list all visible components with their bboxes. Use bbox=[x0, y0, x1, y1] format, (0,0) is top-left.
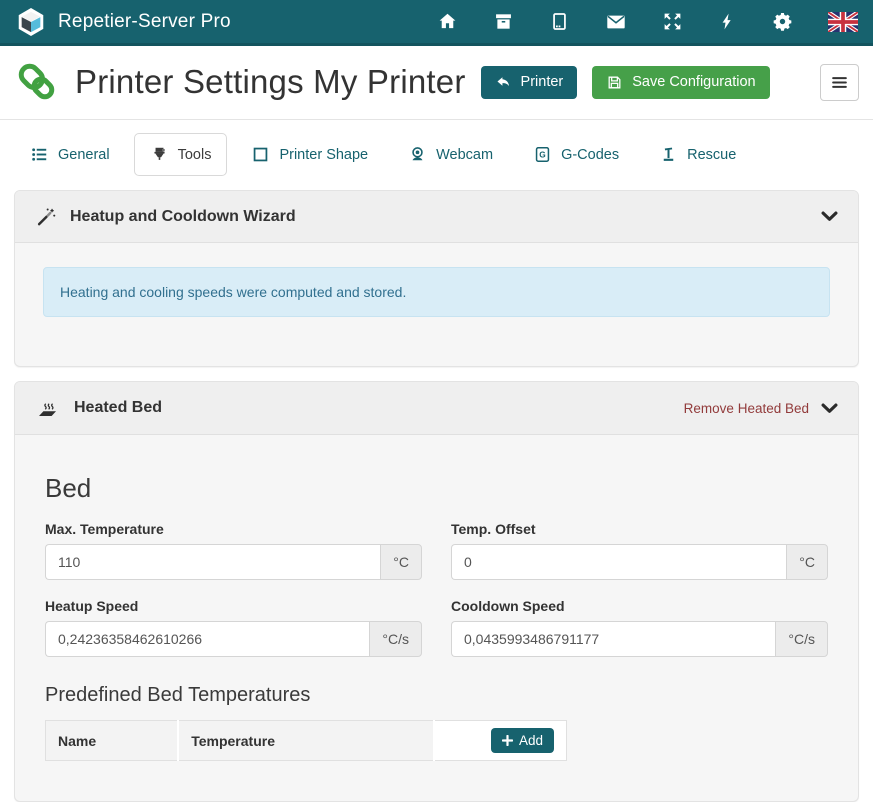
field-label: Heatup Speed bbox=[45, 598, 422, 614]
tab-general[interactable]: General bbox=[14, 133, 126, 176]
app-brand[interactable]: Repetier-Server Pro bbox=[15, 6, 231, 38]
webcam-icon bbox=[408, 145, 427, 164]
heatup-cooldown-wizard-panel: Heatup and Cooldown Wizard Heating and c… bbox=[14, 190, 859, 367]
repetier-logo-icon bbox=[15, 6, 47, 38]
add-temperature-button[interactable]: Add bbox=[491, 728, 554, 753]
page-header: Printer Settings My Printer Printer Save… bbox=[0, 46, 873, 120]
top-navbar: Repetier-Server Pro bbox=[0, 0, 873, 46]
tab-printer-shape[interactable]: Printer Shape bbox=[235, 133, 384, 176]
tab-gcodes[interactable]: G G-Codes bbox=[517, 133, 635, 176]
remove-heated-bed-link[interactable]: Remove Heated Bed bbox=[684, 401, 809, 416]
add-button-label: Add bbox=[519, 733, 543, 748]
archive-box-icon[interactable] bbox=[493, 11, 514, 32]
heatup-speed-input[interactable] bbox=[45, 621, 369, 657]
fullscreen-icon[interactable] bbox=[662, 11, 683, 32]
column-header-action: Add bbox=[434, 721, 567, 761]
save-configuration-button[interactable]: Save Configuration bbox=[592, 66, 769, 99]
save-floppy-icon bbox=[606, 74, 623, 91]
tab-label: Tools bbox=[178, 147, 212, 163]
field-temp-offset: Temp. Offset °C bbox=[451, 521, 828, 580]
bed-fields-grid: Max. Temperature °C Temp. Offset °C Heat… bbox=[45, 521, 828, 657]
chevron-down-icon[interactable] bbox=[821, 211, 838, 222]
predefined-temperatures-title: Predefined Bed Temperatures bbox=[45, 684, 828, 707]
cooldown-speed-input[interactable] bbox=[451, 621, 775, 657]
temp-offset-input[interactable] bbox=[451, 544, 786, 580]
heated-bed-panel-header[interactable]: Heated Bed Remove Heated Bed bbox=[15, 382, 858, 435]
extruder-nozzle-icon bbox=[150, 145, 169, 164]
field-cooldown-speed: Cooldown Speed °C/s bbox=[451, 598, 828, 657]
chevron-down-icon[interactable] bbox=[821, 403, 838, 414]
gcode-icon: G bbox=[533, 145, 552, 164]
back-arrow-icon bbox=[495, 74, 512, 91]
tab-label: Webcam bbox=[436, 147, 493, 163]
list-icon bbox=[30, 145, 49, 164]
tab-tools[interactable]: Tools bbox=[134, 133, 228, 176]
app-title: Repetier-Server Pro bbox=[58, 11, 231, 33]
bed-section-title: Bed bbox=[45, 473, 828, 504]
settings-tabbar: General Tools Printer Shape Webcam G G-C… bbox=[0, 120, 873, 176]
unit-addon: °C bbox=[786, 544, 828, 580]
power-bolt-icon[interactable] bbox=[718, 11, 737, 32]
menu-button[interactable] bbox=[820, 64, 859, 101]
tab-label: General bbox=[58, 147, 110, 163]
table-header-row: Name Temperature Add bbox=[46, 721, 567, 761]
printer-button-label: Printer bbox=[521, 74, 564, 90]
tab-label: Rescue bbox=[687, 147, 736, 163]
mail-icon[interactable] bbox=[605, 11, 627, 33]
link-chain-icon bbox=[14, 59, 60, 105]
svg-text:G: G bbox=[539, 150, 545, 160]
heated-bed-icon bbox=[35, 396, 61, 420]
predefined-temperatures-table: Name Temperature Add bbox=[45, 720, 567, 761]
field-max-temperature: Max. Temperature °C bbox=[45, 521, 422, 580]
unit-addon: °C bbox=[380, 544, 422, 580]
tab-rescue[interactable]: Rescue bbox=[643, 133, 752, 176]
display-queue-icon[interactable] bbox=[549, 11, 570, 32]
field-label: Temp. Offset bbox=[451, 521, 828, 537]
heated-bed-panel-title: Heated Bed bbox=[74, 399, 162, 417]
heated-bed-panel: Heated Bed Remove Heated Bed Bed Max. Te… bbox=[14, 381, 859, 802]
page-title: Printer Settings My Printer bbox=[75, 63, 466, 101]
tab-label: Printer Shape bbox=[279, 147, 368, 163]
magic-wand-icon bbox=[35, 206, 57, 228]
info-alert: Heating and cooling speeds were computed… bbox=[43, 267, 830, 317]
home-icon[interactable] bbox=[437, 11, 458, 32]
tab-webcam[interactable]: Webcam bbox=[392, 133, 509, 176]
field-heatup-speed: Heatup Speed °C/s bbox=[45, 598, 422, 657]
language-flag-icon[interactable] bbox=[828, 12, 858, 32]
rescue-icon bbox=[659, 145, 678, 164]
printer-button[interactable]: Printer bbox=[481, 66, 578, 99]
save-button-label: Save Configuration bbox=[632, 74, 755, 90]
unit-addon: °C/s bbox=[369, 621, 422, 657]
max-temperature-input[interactable] bbox=[45, 544, 380, 580]
unit-addon: °C/s bbox=[775, 621, 828, 657]
heated-bed-panel-body: Bed Max. Temperature °C Temp. Offset °C … bbox=[15, 435, 858, 801]
tab-label: G-Codes bbox=[561, 147, 619, 163]
hamburger-icon bbox=[830, 73, 849, 92]
settings-gear-icon[interactable] bbox=[772, 11, 793, 32]
navbar-icons bbox=[437, 11, 858, 33]
wizard-panel-title: Heatup and Cooldown Wizard bbox=[70, 208, 296, 226]
square-outline-icon bbox=[251, 145, 270, 164]
plus-icon bbox=[502, 735, 513, 746]
field-label: Cooldown Speed bbox=[451, 598, 828, 614]
wizard-panel-header[interactable]: Heatup and Cooldown Wizard bbox=[15, 191, 858, 243]
wizard-panel-body: Heating and cooling speeds were computed… bbox=[15, 243, 858, 366]
column-header-temperature: Temperature bbox=[178, 721, 433, 761]
column-header-name: Name bbox=[46, 721, 179, 761]
field-label: Max. Temperature bbox=[45, 521, 422, 537]
